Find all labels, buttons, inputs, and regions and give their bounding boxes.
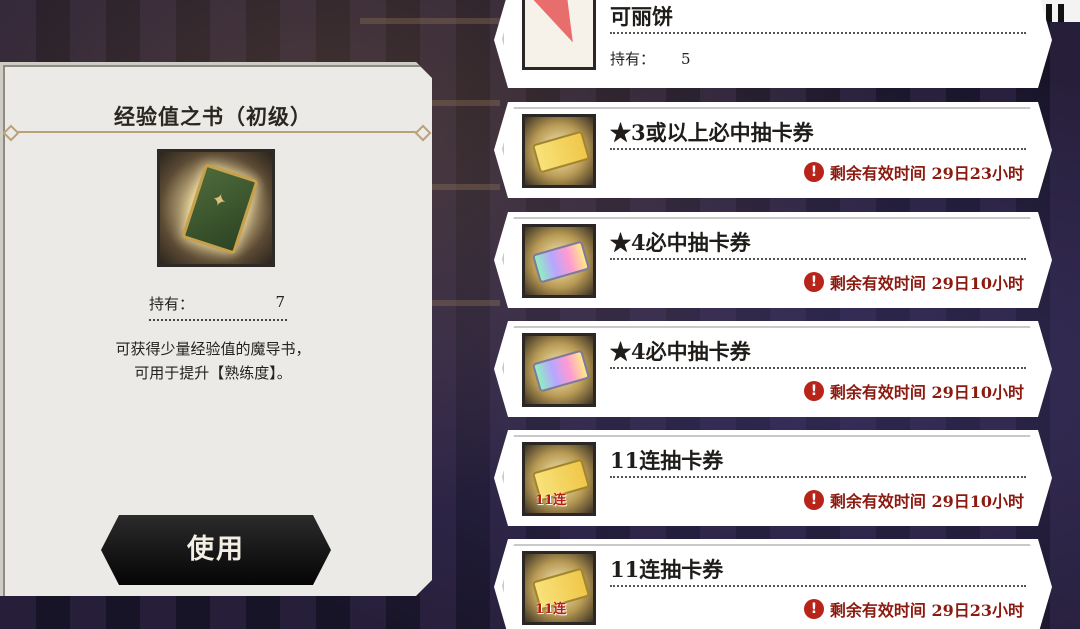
expiry-text: 剩余有效时间 29日10小时 (829, 274, 1024, 293)
eleven-draw-ticket-icon: 11连 (522, 551, 596, 625)
alert-icon: ! (803, 162, 824, 182)
expiry-info: ! 剩余有效时间 29日10小时 (803, 379, 1024, 403)
item-name: ★4必中抽卡券 (610, 337, 1026, 369)
holding-label: 持有： (610, 50, 656, 68)
item-detail-panel: 经验值之书（初级） 持有： 7 可获得少量经验值的魔导书， 可用于提升【熟练度】… (0, 62, 432, 596)
holding-count-row: 持有： 7 (149, 293, 287, 321)
eleven-draw-ticket-icon: 11连 (522, 442, 596, 516)
background-shelf (430, 100, 500, 106)
list-item[interactable]: 可丽饼 持有： 5 (494, 0, 1052, 88)
alert-icon: ! (803, 272, 824, 292)
ticket-tag: 11连 (535, 493, 567, 508)
alert-icon: ! (803, 381, 824, 401)
alert-icon: ! (803, 490, 824, 510)
list-item[interactable]: ★3或以上必中抽卡券 ! 剩余有效时间 29日23小时 (494, 102, 1052, 198)
description-line: 可获得少量经验值的魔导书， (115, 340, 311, 358)
use-button[interactable]: 使用 (101, 515, 331, 585)
item-description: 可获得少量经验值的魔导书， 可用于提升【熟练度】。 (3, 337, 423, 385)
item-name: 11连抽卡券 (610, 555, 1026, 587)
experience-book-icon (181, 163, 259, 255)
background-shelf (430, 184, 500, 190)
expiry-info: ! 剩余有效时间 29日23小时 (803, 160, 1024, 184)
item-image-frame (157, 149, 275, 267)
item-name: ★3或以上必中抽卡券 (610, 118, 1026, 150)
expiry-info: ! 剩余有效时间 29日10小时 (803, 270, 1024, 294)
item-name: 11连抽卡券 (610, 446, 1026, 478)
holding-value: 5 (681, 50, 691, 68)
holding-label: 持有： (149, 295, 195, 313)
item-list[interactable]: 可丽饼 持有： 5 ★3或以上必中抽卡券 ! 剩余有效时间 29日23小时 ★4必… (494, 0, 1054, 629)
expiry-text: 剩余有效时间 29日23小时 (829, 601, 1024, 620)
expiry-text: 剩余有效时间 29日23小时 (829, 164, 1024, 183)
holding-count: 持有： 5 (610, 48, 691, 69)
gold-ticket-icon (522, 114, 596, 188)
list-item[interactable]: 11连 11连抽卡券 ! 剩余有效时间 29日23小时 (494, 539, 1052, 629)
expiry-info: ! 剩余有效时间 29日10小时 (803, 488, 1024, 512)
list-item[interactable]: ★4必中抽卡券 ! 剩余有效时间 29日10小时 (494, 321, 1052, 417)
background-shelf (430, 300, 500, 306)
alert-icon: ! (803, 599, 824, 619)
item-name: ★4必中抽卡券 (610, 228, 1026, 260)
expiry-info: ! 剩余有效时间 29日23小时 (803, 597, 1024, 621)
expiry-text: 剩余有效时间 29日10小时 (829, 383, 1024, 402)
list-item[interactable]: ★4必中抽卡券 ! 剩余有效时间 29日10小时 (494, 212, 1052, 308)
item-title: 经验值之书（初级） (114, 104, 312, 129)
description-line: 可用于提升【熟练度】。 (134, 364, 292, 382)
background-shelf (360, 18, 500, 24)
title-divider (13, 131, 421, 133)
item-name: 可丽饼 (610, 2, 1026, 34)
list-item[interactable]: 11连 11连抽卡券 ! 剩余有效时间 29日10小时 (494, 430, 1052, 526)
expiry-text: 剩余有效时间 29日10小时 (829, 492, 1024, 511)
rainbow-ticket-icon (522, 333, 596, 407)
ticket-tag: 11连 (535, 602, 567, 617)
rainbow-ticket-icon (522, 224, 596, 298)
holding-value: 7 (275, 293, 285, 311)
crepe-icon (522, 0, 596, 70)
